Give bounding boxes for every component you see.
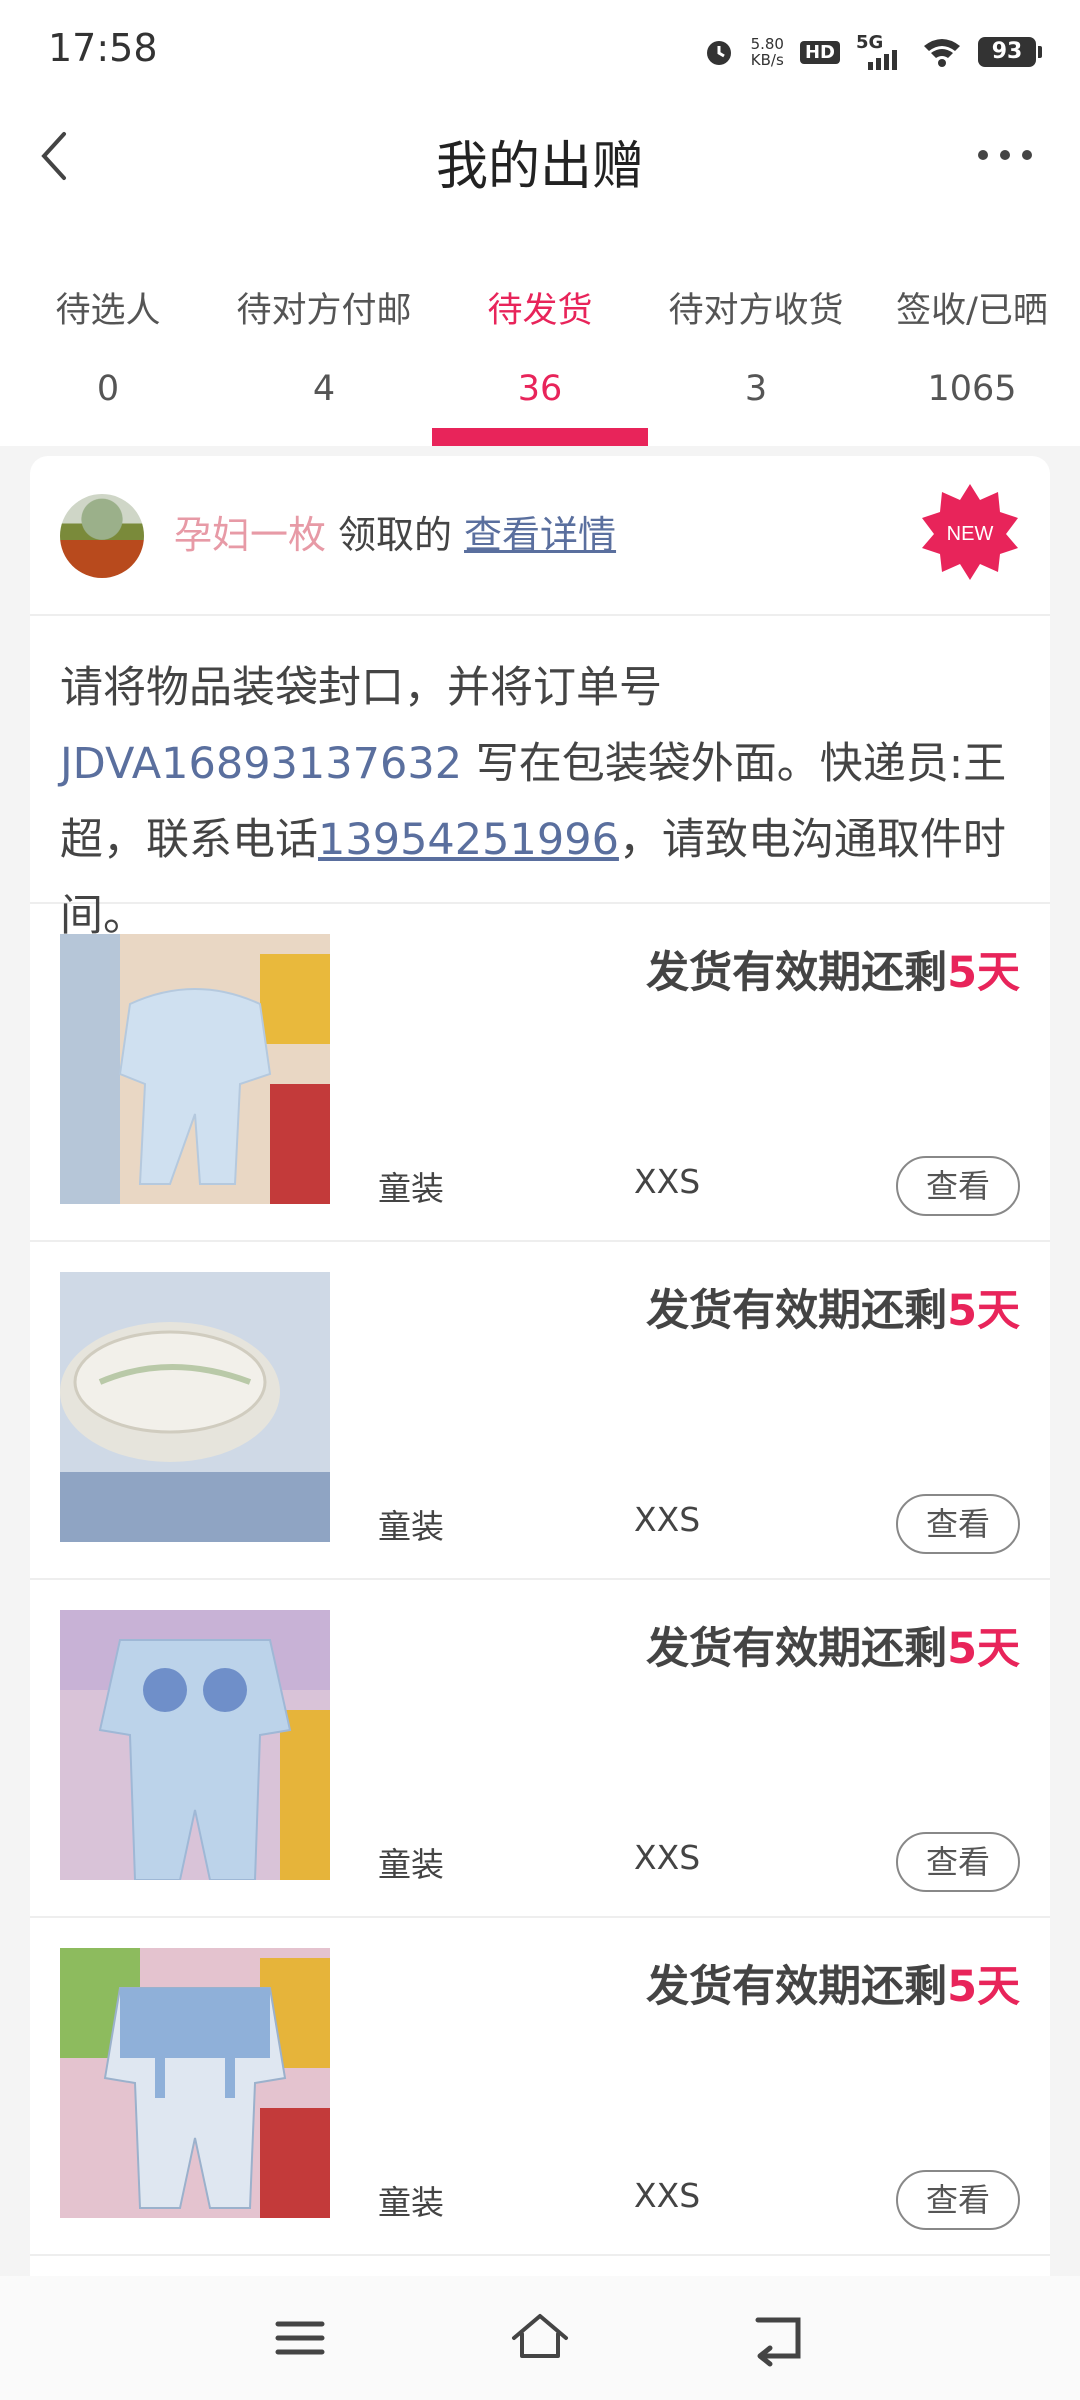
view-button[interactable]: 查看 xyxy=(896,1832,1020,1892)
deadline-label: 发货有效期还剩 xyxy=(646,1286,948,1336)
shipping-notice: 请将物品装袋封口，并将订单号 JDVA16893137632 写在包装袋外面。快… xyxy=(30,616,1050,941)
new-badge: NEW xyxy=(922,484,1018,580)
list-item: 发货有效期还剩5天 童装 XXS 查看 xyxy=(30,904,1050,1242)
view-button[interactable]: 查看 xyxy=(896,1494,1020,1554)
item-size: XXS xyxy=(634,1500,701,1539)
view-button[interactable]: 查看 xyxy=(896,2170,1020,2230)
alarm-icon xyxy=(706,41,731,65)
tab-pending-postage[interactable]: 待对方付邮 4 xyxy=(216,260,432,446)
new-badge-text: NEW xyxy=(947,523,994,545)
net-speed-value: 5.80 xyxy=(750,35,784,53)
tab-label: 签收/已晒 xyxy=(896,291,1048,331)
shipping-deadline: 发货有效期还剩5天 xyxy=(646,938,1020,1000)
view-details-link[interactable]: 查看详情 xyxy=(464,513,616,557)
signal-icon: 5G xyxy=(856,32,906,72)
item-size: XXS xyxy=(634,1162,701,1201)
back-icon[interactable] xyxy=(748,2306,812,2370)
item-category: 童装 xyxy=(378,2183,444,2222)
tab-count: 4 xyxy=(312,369,336,409)
tab-count: 3 xyxy=(744,369,768,409)
tab-label: 待发货 xyxy=(487,291,593,331)
deadline-days: 5天 xyxy=(947,1624,1020,1674)
deadline-days: 5天 xyxy=(947,948,1020,998)
taken-label: 领取的 xyxy=(338,513,453,557)
tab-count: 36 xyxy=(517,369,563,409)
item-category: 童装 xyxy=(378,1845,444,1884)
net-speed-unit: KB/s xyxy=(750,51,784,69)
status-bar: 17:58 5.80 KB/s HD 5G 93 xyxy=(0,0,1080,100)
item-size: XXS xyxy=(634,2176,701,2215)
status-time: 17:58 xyxy=(48,26,158,70)
deadline-label: 发货有效期还剩 xyxy=(646,1962,948,2012)
nav-bar: 我的出赠 xyxy=(0,100,1080,260)
tab-count: 0 xyxy=(96,369,120,409)
menu-icon[interactable] xyxy=(268,2306,332,2370)
order-header: 孕妇一枚 领取的 查看详情 NEW xyxy=(30,456,1050,616)
list-item: 发货有效期还剩5天 童装 XXS 查看 xyxy=(30,1242,1050,1580)
deadline-label: 发货有效期还剩 xyxy=(646,948,948,998)
home-icon[interactable] xyxy=(508,2306,572,2370)
system-nav-bar xyxy=(0,2276,1080,2400)
wifi-icon xyxy=(924,39,960,67)
view-button[interactable]: 查看 xyxy=(896,1156,1020,1216)
tab-label: 待对方付邮 xyxy=(236,291,412,331)
avatar[interactable] xyxy=(60,494,144,578)
notice-prefix: 请将物品装袋封口，并将订单号 xyxy=(60,663,662,713)
tab-signed-shared[interactable]: 签收/已晒 1065 xyxy=(864,260,1080,446)
item-thumbnail[interactable] xyxy=(60,1948,330,2218)
deadline-days: 5天 xyxy=(947,1962,1020,2012)
tab-label: 待选人 xyxy=(55,291,161,331)
shipping-deadline: 发货有效期还剩5天 xyxy=(646,1614,1020,1676)
deadline-label: 发货有效期还剩 xyxy=(646,1624,948,1674)
order-card: 孕妇一枚 领取的 查看详情 NEW 请将物品装袋封口，并将订单号 JDVA16893… xyxy=(30,456,1050,2276)
courier-phone-link[interactable]: 13954251996 xyxy=(318,815,619,865)
list-item: 发货有效期还剩5天 童装 XXS 查看 xyxy=(30,1580,1050,1918)
tab-pending-receipt[interactable]: 待对方收货 3 xyxy=(648,260,864,446)
list-item: 发货有效期还剩5天 童装 XXS 查看 xyxy=(30,1918,1050,2256)
item-thumbnail[interactable] xyxy=(60,1272,330,1542)
status-icons: 5.80 KB/s HD 5G 93 xyxy=(703,30,1042,74)
net-speed: 5.80 KB/s xyxy=(751,36,784,68)
item-category: 童装 xyxy=(378,1169,444,1208)
deadline-days: 5天 xyxy=(947,1286,1020,1336)
item-size: XXS xyxy=(634,1838,701,1877)
page-title: 我的出赠 xyxy=(435,137,644,197)
status-tabs: 待选人 0 待对方付邮 4 待发货 36 待对方收货 3 签收/已晒 1065 xyxy=(0,260,1080,446)
tab-pending-selection[interactable]: 待选人 0 xyxy=(0,260,216,446)
tab-pending-shipment[interactable]: 待发货 36 xyxy=(432,260,648,446)
tab-label: 待对方收货 xyxy=(668,291,844,331)
recipient-name[interactable]: 孕妇一枚 xyxy=(174,513,326,557)
item-thumbnail[interactable] xyxy=(60,934,330,1204)
order-number: JDVA16893137632 xyxy=(60,739,463,789)
battery-indicator: 93 xyxy=(978,37,1042,67)
tab-count: 1065 xyxy=(927,369,1017,409)
item-category: 童装 xyxy=(378,1507,444,1546)
shipping-deadline: 发货有效期还剩5天 xyxy=(646,1276,1020,1338)
shipping-deadline: 发货有效期还剩5天 xyxy=(646,1952,1020,2014)
item-thumbnail[interactable] xyxy=(60,1610,330,1880)
order-header-text: 孕妇一枚 领取的 查看详情 xyxy=(174,504,616,559)
hd-badge: HD xyxy=(799,40,840,64)
more-dots-icon[interactable] xyxy=(970,130,1040,180)
